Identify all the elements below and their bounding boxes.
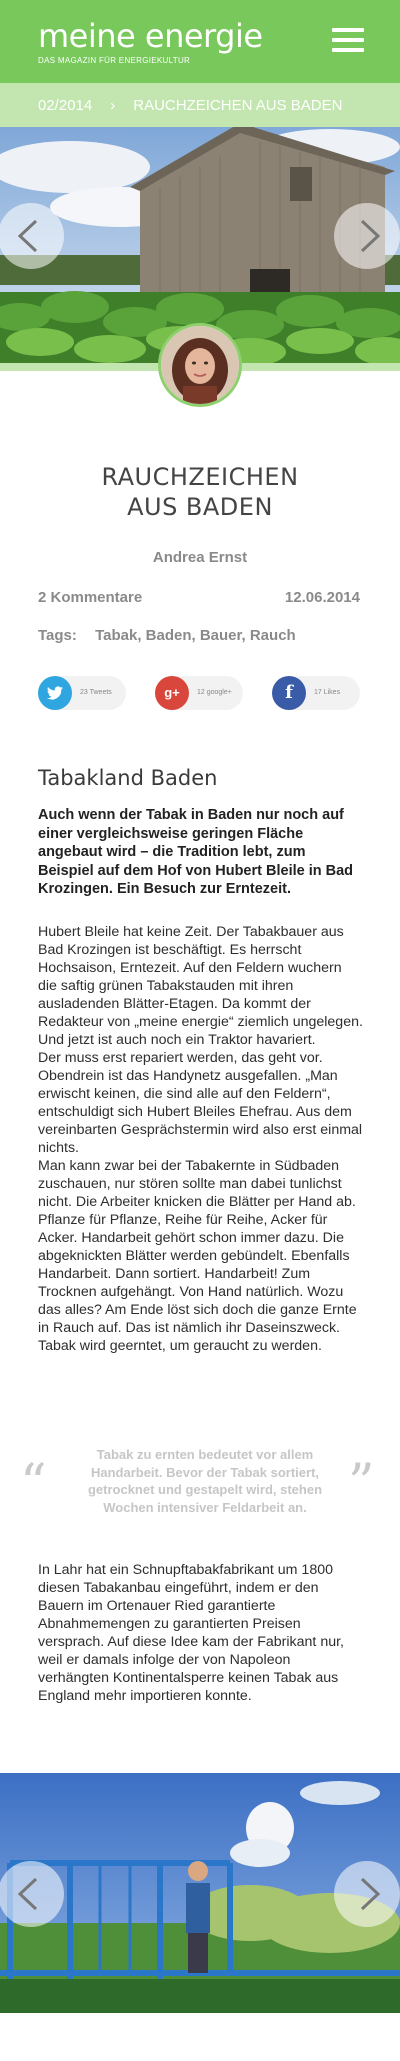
breadcrumb: 02/2014 › RAUCHZEICHEN AUS BADEN xyxy=(0,83,400,127)
article-title: RAUCHZEICHEN AUS BADEN xyxy=(0,462,400,522)
article-body-2: In Lahr hat ein Schnupftabakfabrikant um… xyxy=(38,1562,344,1704)
slider-prev-button[interactable] xyxy=(0,203,64,269)
publish-date: 12.06.2014 xyxy=(284,589,360,606)
share-bar: 23 Tweets g+ 12 google+ f 17 Likes xyxy=(38,676,364,710)
brand-logo[interactable]: meine energie DAS MAGAZIN FÜR ENERGIEKUL… xyxy=(38,18,263,65)
article-body-1: Hubert Bleile hat keine Zeit. Der Tabakb… xyxy=(38,924,363,1354)
chevron-right-icon xyxy=(360,1877,381,1911)
twitter-icon xyxy=(38,676,72,710)
quote-open-icon: “ xyxy=(20,1454,47,1514)
facebook-icon: f xyxy=(272,676,306,710)
article-title-line1: RAUCHZEICHEN xyxy=(101,463,299,491)
facebook-share-button[interactable]: f 17 Likes xyxy=(272,676,360,710)
hamburger-menu-icon[interactable] xyxy=(332,28,364,52)
article-title-line2: AUS BADEN xyxy=(127,493,273,521)
facebook-count: 17 Likes xyxy=(314,689,341,696)
gallery-prev-button[interactable] xyxy=(0,1861,64,1927)
googleplus-share-button[interactable]: g+ 12 google+ xyxy=(155,676,243,710)
twitter-share-button[interactable]: 23 Tweets xyxy=(38,676,126,710)
comments-link[interactable]: 2 Kommentare xyxy=(38,589,142,606)
author-avatar[interactable] xyxy=(158,323,242,407)
author-name[interactable]: Andrea Ernst xyxy=(0,549,400,566)
section-heading: Tabakland Baden xyxy=(38,766,218,790)
tags-label: Tags: xyxy=(38,627,77,644)
quote-close-icon: ” xyxy=(348,1454,375,1514)
chevron-left-icon xyxy=(17,1877,38,1911)
tags-row: Tags: Tabak, Baden, Bauer, Rauch xyxy=(38,627,296,644)
gallery-next-button[interactable] xyxy=(334,1861,400,1927)
slider-next-button[interactable] xyxy=(334,203,400,269)
tags-list[interactable]: Tabak, Baden, Bauer, Rauch xyxy=(95,627,296,644)
site-header: meine energie DAS MAGAZIN FÜR ENERGIEKUL… xyxy=(0,0,400,83)
breadcrumb-issue[interactable]: 02/2014 xyxy=(38,97,92,114)
pull-quote: Tabak zu ernten bedeutet vor allem Handa… xyxy=(87,1447,323,1515)
breadcrumb-current: RAUCHZEICHEN AUS BADEN xyxy=(133,96,343,114)
article-lead: Auch wenn der Tabak in Baden nur noch au… xyxy=(38,807,354,897)
googleplus-count: 12 google+ xyxy=(197,689,232,696)
gallery-image xyxy=(0,1773,400,2013)
chevron-right-icon xyxy=(360,219,381,253)
googleplus-icon: g+ xyxy=(155,676,189,710)
brand-subtitle: DAS MAGAZIN FÜR ENERGIEKULTUR xyxy=(38,56,191,65)
breadcrumb-separator-icon: › xyxy=(110,96,116,114)
twitter-count: 23 Tweets xyxy=(80,689,112,696)
brand-title: meine energie xyxy=(38,17,263,55)
author-photo xyxy=(161,326,239,404)
chevron-left-icon xyxy=(17,219,38,253)
